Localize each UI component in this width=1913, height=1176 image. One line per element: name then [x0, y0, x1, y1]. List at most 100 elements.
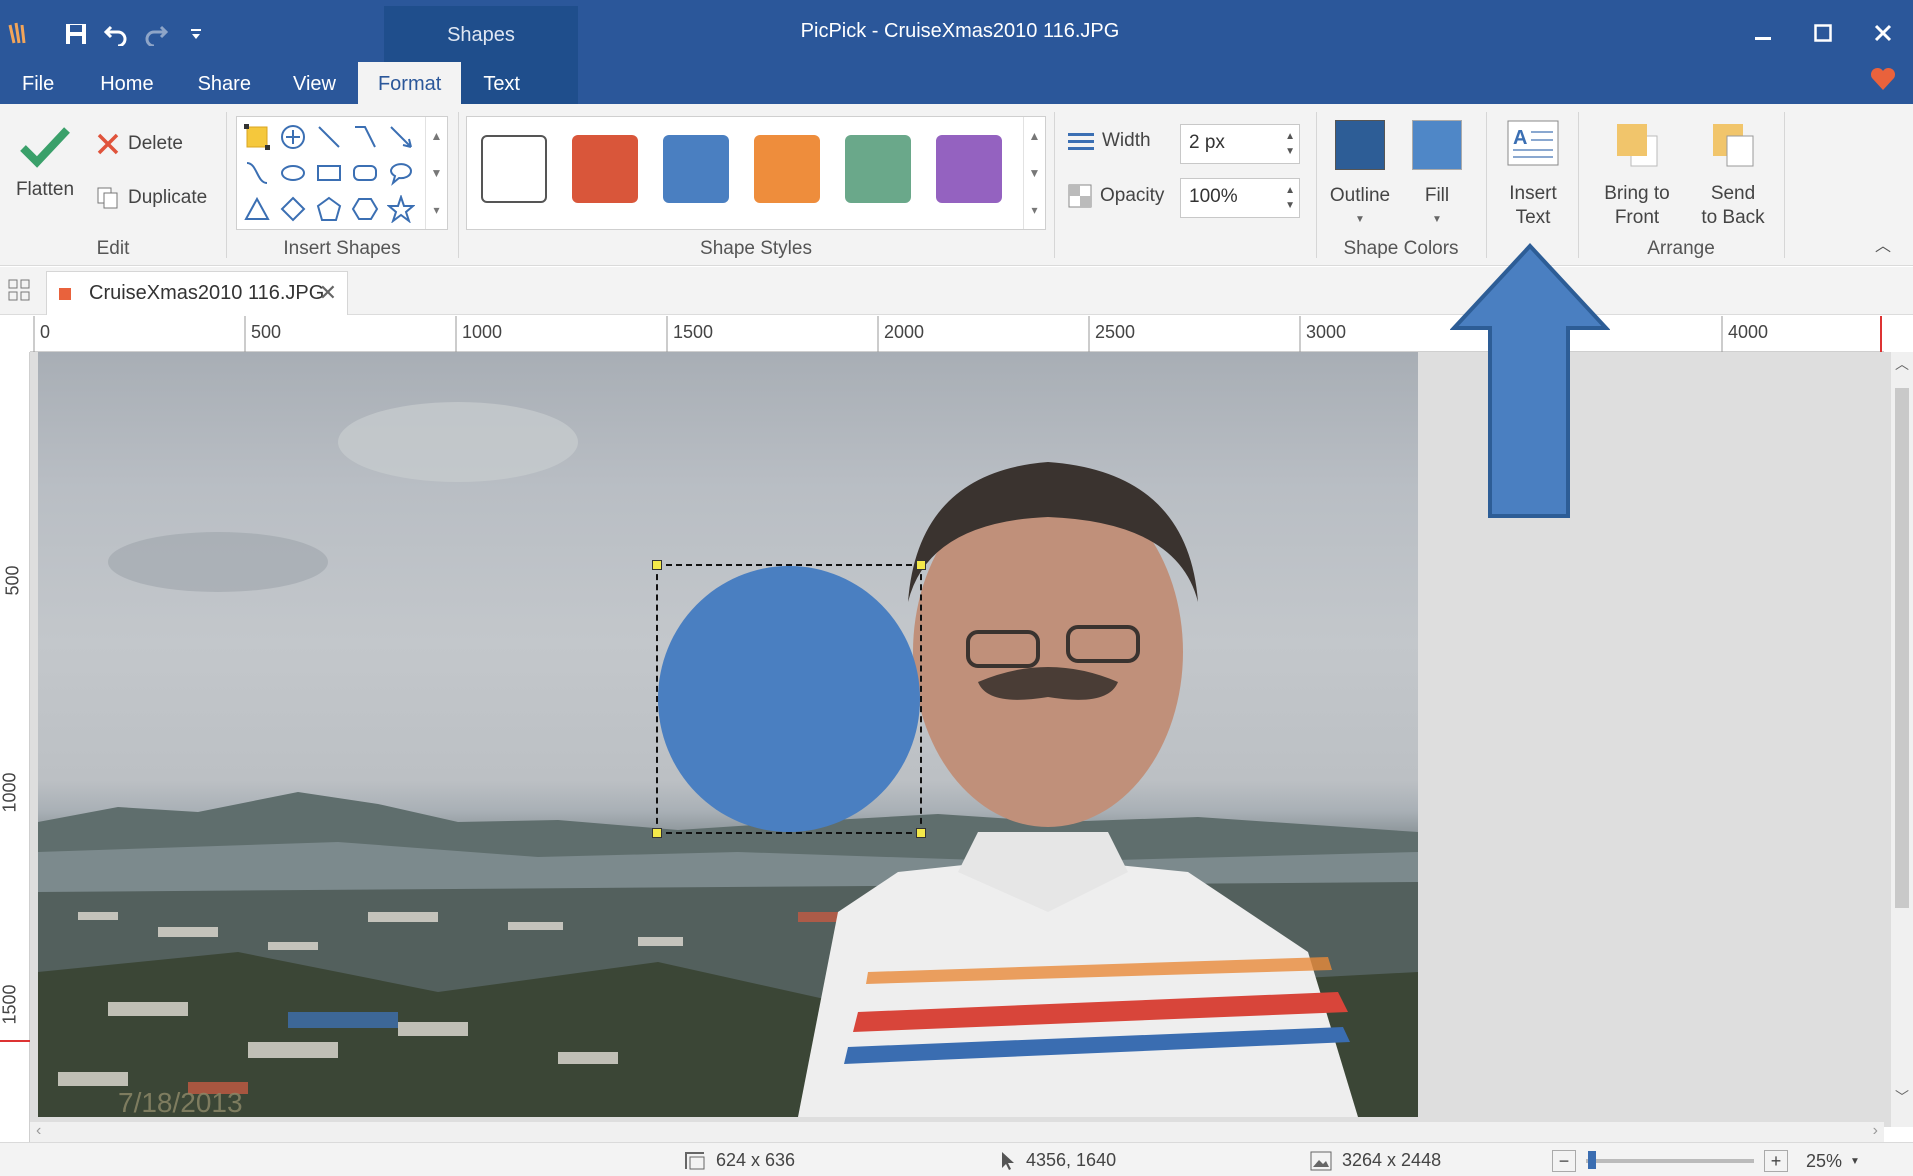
outline-color-button[interactable]: Outline ▼	[1326, 120, 1394, 232]
tab-format[interactable]: Format	[357, 62, 462, 104]
chevron-down-icon: ▼	[1432, 214, 1442, 225]
style-swatch-white[interactable]	[481, 135, 547, 203]
fill-label: Fill	[1424, 185, 1450, 206]
tab-view[interactable]: View	[271, 62, 358, 104]
scroll-thumb[interactable]	[1895, 388, 1909, 908]
tab-text[interactable]: Text	[461, 62, 542, 104]
send-to-back-button[interactable]: Send to Back	[1690, 120, 1776, 230]
fill-color-icon	[1412, 120, 1462, 170]
send-back-label-1: Send	[1710, 183, 1756, 204]
style-swatch-red[interactable]	[572, 135, 638, 203]
insert-text-button[interactable]: A Insert Text	[1494, 120, 1572, 230]
horizontal-scrollbar[interactable]: ‹ ›	[30, 1122, 1884, 1142]
elbow-connector-icon[interactable]	[347, 119, 383, 155]
app-logo-icon[interactable]	[0, 14, 40, 54]
zoom-slider[interactable]	[1586, 1151, 1754, 1169]
heart-icon[interactable]	[1869, 66, 1897, 97]
ribbon: Flatten Delete Duplicate Edit Insert Sha…	[0, 104, 1913, 266]
opacity-text: Opacity	[1100, 185, 1165, 206]
delete-x-icon	[96, 132, 120, 156]
customize-qat-icon[interactable]	[176, 14, 216, 54]
redo-icon[interactable]	[136, 14, 176, 54]
resize-handle[interactable]	[916, 828, 926, 838]
delete-label: Delete	[128, 133, 183, 154]
zoom-in-button[interactable]: +	[1764, 1150, 1788, 1172]
cursor-position-status: 4356, 1640	[1000, 1150, 1116, 1171]
speech-bubble-icon[interactable]	[383, 155, 419, 191]
gallery-down-icon[interactable]: ▼	[426, 154, 447, 191]
zoom-level-value[interactable]: 25%	[1806, 1151, 1842, 1172]
ruler-label: 1500	[673, 322, 714, 342]
minimize-button[interactable]	[1733, 8, 1793, 58]
gallery-up-icon[interactable]: ▲	[426, 117, 447, 154]
undo-icon[interactable]	[96, 14, 136, 54]
gallery-expand-icon[interactable]: ▾	[1024, 191, 1045, 228]
collapse-ribbon-icon[interactable]: ︿	[1875, 232, 1891, 256]
rectangle-shape-icon[interactable]	[311, 155, 347, 191]
zoom-slider-thumb[interactable]	[1588, 1151, 1596, 1169]
gallery-down-icon[interactable]: ▼	[1024, 154, 1045, 191]
ruler-label: 500	[2, 565, 23, 596]
image-file-icon	[59, 288, 71, 300]
tab-file[interactable]: File	[0, 62, 76, 104]
line-shape-icon[interactable]	[311, 119, 347, 155]
ellipse-shape-icon[interactable]	[275, 155, 311, 191]
width-spinner[interactable]: 2 px ▲ ▼	[1180, 124, 1300, 164]
shape-style-gallery: ▲ ▼ ▾	[466, 116, 1046, 230]
style-swatch-purple[interactable]	[936, 135, 1002, 203]
ruler-label: 1000	[0, 772, 20, 813]
vertical-scrollbar[interactable]: ︿ ﹀	[1891, 352, 1913, 1127]
send-back-label-2: to Back	[1701, 207, 1765, 228]
bring-to-front-button[interactable]: Bring to Front	[1594, 120, 1680, 230]
delete-button[interactable]: Delete	[96, 132, 183, 156]
arrow-line-icon[interactable]	[383, 119, 419, 155]
width-value: 2 px	[1189, 132, 1225, 153]
duplicate-button[interactable]: Duplicate	[96, 186, 207, 210]
pentagon-shape-icon[interactable]	[311, 191, 347, 227]
width-label: Width	[1102, 130, 1151, 151]
scroll-left-icon[interactable]: ‹	[36, 1122, 41, 1140]
triangle-shape-icon[interactable]	[239, 191, 275, 227]
opacity-value: 100%	[1189, 186, 1238, 207]
select-shape-icon[interactable]	[239, 119, 275, 155]
rounded-rectangle-icon[interactable]	[347, 155, 383, 191]
document-tab[interactable]: CruiseXmas2010 116.JPG ✕	[46, 271, 348, 315]
tab-share[interactable]: Share	[178, 62, 271, 104]
chevron-down-icon[interactable]: ▼	[1850, 1156, 1860, 1167]
grid-view-icon[interactable]	[8, 279, 30, 306]
opacity-label: Opacity	[1068, 184, 1164, 208]
shape-selection-box[interactable]	[652, 560, 926, 838]
resize-handle[interactable]	[652, 828, 662, 838]
checkmark-icon	[10, 126, 80, 170]
style-swatch-blue[interactable]	[663, 135, 729, 203]
insert-text-label-2: Text	[1515, 207, 1551, 228]
quick-access-toolbar	[0, 12, 216, 56]
close-tab-icon[interactable]: ✕	[319, 280, 337, 306]
canvas-area[interactable]: 7/18/2013	[30, 243, 1892, 1127]
scroll-up-icon[interactable]: ︿	[1891, 354, 1913, 374]
gallery-expand-icon[interactable]: ▾	[426, 191, 447, 228]
tab-home[interactable]: Home	[76, 62, 177, 104]
hexagon-shape-icon[interactable]	[347, 191, 383, 227]
resize-handle[interactable]	[652, 560, 662, 570]
crosshair-shape-icon[interactable]	[275, 119, 311, 155]
zoom-out-button[interactable]: −	[1552, 1150, 1576, 1172]
gallery-up-icon[interactable]: ▲	[1024, 117, 1045, 154]
scroll-down-icon[interactable]: ﹀	[1891, 1087, 1913, 1107]
close-button[interactable]	[1853, 8, 1913, 58]
opacity-spinner[interactable]: 100% ▲ ▼	[1180, 178, 1300, 218]
resize-handle[interactable]	[916, 560, 926, 570]
maximize-button[interactable]	[1793, 8, 1853, 58]
diamond-shape-icon[interactable]	[275, 191, 311, 227]
curved-connector-icon[interactable]	[239, 155, 275, 191]
flatten-button[interactable]: Flatten	[10, 126, 80, 202]
scroll-right-icon[interactable]: ›	[1873, 1122, 1878, 1140]
style-swatch-green[interactable]	[845, 135, 911, 203]
save-icon[interactable]	[56, 14, 96, 54]
star-shape-icon[interactable]	[383, 191, 419, 227]
blue-circle-shape[interactable]	[658, 566, 920, 832]
style-swatch-orange[interactable]	[754, 135, 820, 203]
spinner-arrows-icon[interactable]: ▲ ▼	[1285, 129, 1295, 159]
spinner-arrows-icon[interactable]: ▲ ▼	[1285, 183, 1295, 213]
fill-color-button[interactable]: Fill ▼	[1406, 120, 1468, 232]
